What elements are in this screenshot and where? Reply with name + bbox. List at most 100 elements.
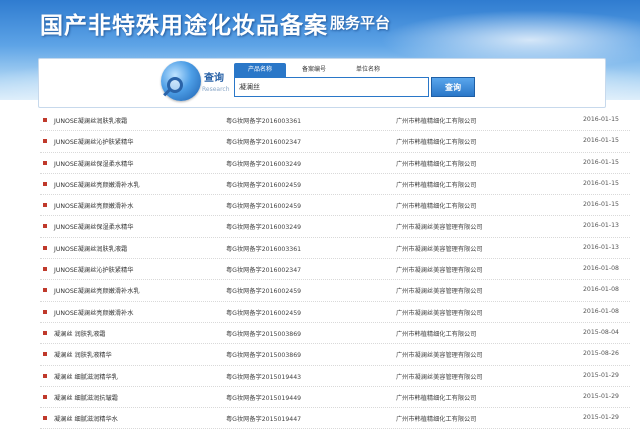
search-input[interactable] <box>234 77 429 97</box>
result-row: JUNOSE凝澜丝润肤乳液霜 粤G妆网备字2016003361 广州市韩植精细化工有… <box>40 110 630 132</box>
bullet-icon <box>43 245 47 250</box>
record-number: 粤G妆网备字2015019449 <box>226 394 302 402</box>
bullet-icon <box>43 373 47 378</box>
company-name: 广州市韩植精细化工有限公司 <box>396 160 477 168</box>
record-date: 2016-01-15 <box>583 201 619 209</box>
record-date: 2016-01-13 <box>583 222 619 230</box>
bullet-icon <box>43 394 47 399</box>
result-row: 凝澜丝 润肤乳液精华 粤G妆网备字2015003869 广州市凝澜丝美容管理有限公司… <box>40 344 630 366</box>
record-number: 粤G妆网备字2016003361 <box>226 245 302 253</box>
record-number: 粤G妆网备字2016002459 <box>226 309 302 317</box>
record-date: 2016-01-08 <box>583 265 619 273</box>
company-name: 广州市韩植精细化工有限公司 <box>396 181 477 189</box>
record-date: 2015-01-29 <box>583 371 619 379</box>
product-name-link[interactable]: JUNOSE凝澜丝沁护肤紧精华 <box>54 137 133 146</box>
record-date: 2015-01-29 <box>583 392 619 400</box>
company-name: 广州市韩植精细化工有限公司 <box>396 118 477 125</box>
company-name: 广州市韩植精细化工有限公司 <box>396 330 477 338</box>
record-number: 粤G妆网备字2016003249 <box>226 160 302 168</box>
bullet-icon <box>43 416 47 421</box>
product-name-link[interactable]: JUNOSE凝澜丝保湿柔水精华 <box>54 222 133 231</box>
magnifier-handle <box>163 88 171 97</box>
result-row: JUNOSE凝澜丝亮颜嫩滑补水 粤G妆网备字2016002459 广州市凝澜丝美容管… <box>40 302 630 323</box>
record-date: 2016-01-15 <box>583 137 619 145</box>
company-name: 广州市凝澜丝美容管理有限公司 <box>396 267 483 275</box>
record-date: 2016-01-08 <box>583 286 619 294</box>
product-name-link[interactable]: JUNOSE凝澜丝亮颜嫩滑补水 <box>54 308 133 317</box>
product-name-link[interactable]: JUNOSE凝澜丝润肤乳液霜 <box>54 116 127 125</box>
result-row: 凝澜丝 细腻滋润精华乳 粤G妆网备字2015019443 广州市凝澜丝美容管理有限公… <box>40 366 630 387</box>
product-name-link[interactable]: 凝澜丝 细腻滋润精华水 <box>54 414 118 423</box>
record-number: 粤G妆网备字2015003869 <box>226 352 302 360</box>
record-number: 粤G妆网备字2015003869 <box>226 330 302 338</box>
bullet-icon <box>43 160 47 165</box>
bullet-icon <box>43 352 47 357</box>
record-number: 粤G妆网备字2016002459 <box>226 181 302 189</box>
company-name: 广州市凝澜丝美容管理有限公司 <box>396 373 483 381</box>
record-date: 2015-08-04 <box>583 328 619 336</box>
record-date: 2016-01-15 <box>583 116 619 123</box>
record-date: 2015-08-26 <box>583 350 619 358</box>
results-list: JUNOSE凝澜丝润肤乳液霜 粤G妆网备字2016003361 广州市韩植精细化工有… <box>40 110 630 430</box>
tab-company-name[interactable]: 单位名称 <box>342 63 394 77</box>
bullet-icon <box>43 309 47 314</box>
result-row: 凝澜丝 润肤乳液霜 粤G妆网备字2015003869 广州市韩植精细化工有限公司 20… <box>40 323 630 345</box>
company-name: 广州市韩植精细化工有限公司 <box>396 139 477 147</box>
product-name-link[interactable]: 凝澜丝 润肤乳液精华 <box>54 350 112 359</box>
record-number: 粤G妆网备字2016002347 <box>226 267 302 275</box>
search-label-en: Research <box>202 86 230 93</box>
tab-record-number[interactable]: 备案编号 <box>288 63 340 77</box>
company-name: 广州市韩植精细化工有限公司 <box>396 394 477 402</box>
product-name-link[interactable]: JUNOSE凝澜丝润肤乳液霜 <box>54 244 127 253</box>
result-row: JUNOSE凝澜丝保湿柔水精华 粤G妆网备字2016003249 广州市凝澜丝美容管… <box>40 216 630 238</box>
result-row: JUNOSE凝澜丝沁护肤紧精华 粤G妆网备字2016002347 广州市凝澜丝美容管… <box>40 259 630 281</box>
company-name: 广州市韩植精细化工有限公司 <box>396 416 477 424</box>
record-number: 粤G妆网备字2016002347 <box>226 139 302 147</box>
site-subtitle: 服务平台 <box>330 14 391 32</box>
search-panel: 查询 Research 产品名称 备案编号 单位名称 查询 <box>38 58 606 108</box>
bullet-icon <box>43 330 47 335</box>
record-number: 粤G妆网备字2015019443 <box>226 373 302 381</box>
result-row: JUNOSE凝澜丝沁护肤紧精华 粤G妆网备字2016002347 广州市韩植精细化工… <box>40 131 630 153</box>
product-name-link[interactable]: JUNOSE凝澜丝保湿柔水精华 <box>54 159 133 168</box>
bullet-icon <box>43 181 47 186</box>
result-row: JUNOSE凝澜丝亮颜嫩滑补水 粤G妆网备字2016002459 广州市韩植精细化工… <box>40 195 630 217</box>
product-name-link[interactable]: JUNOSE凝澜丝沁护肤紧精华 <box>54 265 133 274</box>
bullet-icon <box>43 203 47 208</box>
company-name: 广州市凝澜丝美容管理有限公司 <box>396 352 483 360</box>
product-name-link[interactable]: JUNOSE凝澜丝亮颜嫩滑补水乳 <box>54 180 140 189</box>
company-name: 广州市凝澜丝美容管理有限公司 <box>396 288 483 296</box>
search-tabs: 产品名称 备案编号 单位名称 <box>234 63 396 77</box>
record-number: 粤G妆网备字2016002459 <box>226 203 302 211</box>
search-button[interactable]: 查询 <box>431 77 475 97</box>
product-name-link[interactable]: 凝澜丝 润肤乳液霜 <box>54 329 105 338</box>
result-row: JUNOSE凝澜丝亮颜嫩滑补水乳 粤G妆网备字2016002459 广州市凝澜丝美容… <box>40 280 630 302</box>
record-number: 粤G妆网备字2016002459 <box>226 288 302 296</box>
record-date: 2016-01-13 <box>583 243 619 251</box>
record-number: 粤G妆网备字2015019447 <box>226 416 302 424</box>
search-label: 查询 <box>204 73 224 84</box>
site-title: 国产非特殊用途化妆品备案 <box>40 12 328 39</box>
globe-search-icon <box>161 61 201 101</box>
product-name-link[interactable]: 凝澜丝 细腻滋润精华乳 <box>54 372 118 381</box>
result-row: 凝澜丝 细腻滋润精华水 粤G妆网备字2015019447 广州市韩植精细化工有限公司… <box>40 408 630 430</box>
bullet-icon <box>43 118 47 122</box>
product-name-link[interactable]: JUNOSE凝澜丝亮颜嫩滑补水 <box>54 201 133 210</box>
record-date: 2016-01-15 <box>583 158 619 166</box>
company-name: 广州市凝澜丝美容管理有限公司 <box>396 309 483 317</box>
result-row: 凝澜丝 细腻滋润抗皱霜 粤G妆网备字2015019449 广州市韩植精细化工有限公司… <box>40 387 630 409</box>
bullet-icon <box>43 139 47 144</box>
company-name: 广州市凝澜丝美容管理有限公司 <box>396 224 483 232</box>
result-row: JUNOSE凝澜丝亮颜嫩滑补水乳 粤G妆网备字2016002459 广州市韩植精细化… <box>40 174 630 196</box>
company-name: 广州市韩植精细化工有限公司 <box>396 203 477 211</box>
product-name-link[interactable]: JUNOSE凝澜丝亮颜嫩滑补水乳 <box>54 286 140 295</box>
record-date: 2015-01-29 <box>583 414 619 422</box>
record-number: 粤G妆网备字2016003249 <box>226 224 302 232</box>
result-row: JUNOSE凝澜丝润肤乳液霜 粤G妆网备字2016003361 广州市凝澜丝美容管理… <box>40 238 630 260</box>
bullet-icon <box>43 288 47 293</box>
result-row: JUNOSE凝澜丝保湿柔水精华 粤G妆网备字2016003249 广州市韩植精细化工… <box>40 153 630 174</box>
record-date: 2016-01-15 <box>583 179 619 187</box>
tab-product-name[interactable]: 产品名称 <box>234 63 286 77</box>
product-name-link[interactable]: 凝澜丝 细腻滋润抗皱霜 <box>54 393 118 402</box>
record-date: 2016-01-08 <box>583 307 619 315</box>
